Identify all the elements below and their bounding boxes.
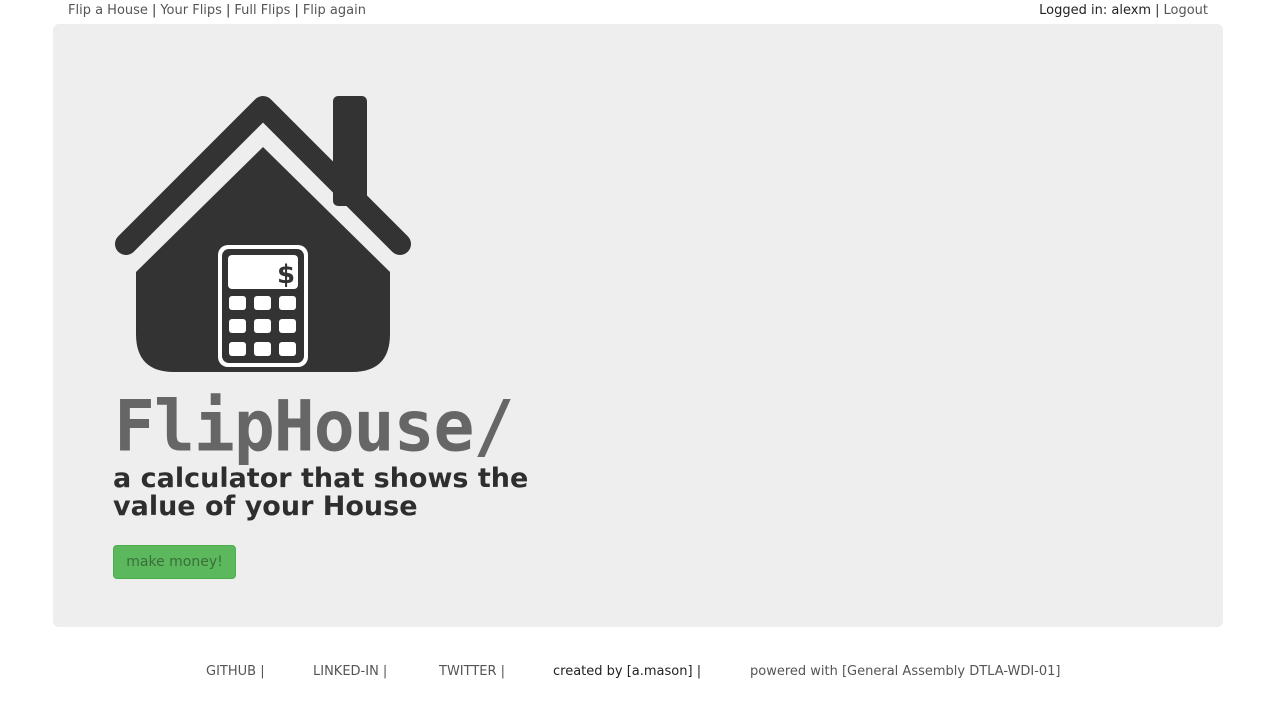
user-status: Logged in: alexm | Logout bbox=[1039, 3, 1208, 18]
make-money-button[interactable]: make money! bbox=[113, 545, 236, 579]
nav-separator: | bbox=[225, 3, 231, 18]
top-nav: Flip a House | Your Flips | Full Flips | Flip … bbox=[0, 0, 1277, 22]
logout-link[interactable]: Logout bbox=[1163, 3, 1208, 18]
footer-powered-by: powered with [General Assembly DTLA-WDI-… bbox=[750, 664, 1061, 679]
nav-links: Flip a House | Your Flips | Full Flips | Flip … bbox=[68, 3, 366, 18]
nav-separator: | bbox=[151, 3, 157, 18]
footer-twitter-link[interactable]: TWITTER | bbox=[439, 664, 505, 679]
footer-github-link[interactable]: GITHUB | bbox=[206, 664, 265, 679]
nav-separator: | bbox=[1155, 3, 1160, 18]
nav-flip-again[interactable]: Flip again bbox=[303, 3, 366, 18]
footer-linkedin-link[interactable]: LINKED-IN | bbox=[313, 664, 387, 679]
brand-title: FlipHouse/ bbox=[114, 386, 514, 469]
nav-your-flips[interactable]: Your Flips bbox=[160, 3, 222, 18]
house-calculator-icon: $ bbox=[115, 96, 411, 372]
nav-full-flips[interactable]: Full Flips bbox=[234, 3, 290, 18]
footer-created-by: created by [a.mason] | bbox=[553, 664, 702, 679]
logged-in-label: Logged in: alexm bbox=[1039, 3, 1152, 18]
nav-flip-a-house[interactable]: Flip a House bbox=[68, 3, 148, 18]
footer: GITHUB | LINKED-IN | TWITTER | created b… bbox=[0, 662, 1277, 682]
tagline: a calculator that shows the value of you… bbox=[113, 463, 529, 522]
svg-text:$: $ bbox=[277, 260, 295, 290]
nav-separator: | bbox=[294, 3, 299, 18]
